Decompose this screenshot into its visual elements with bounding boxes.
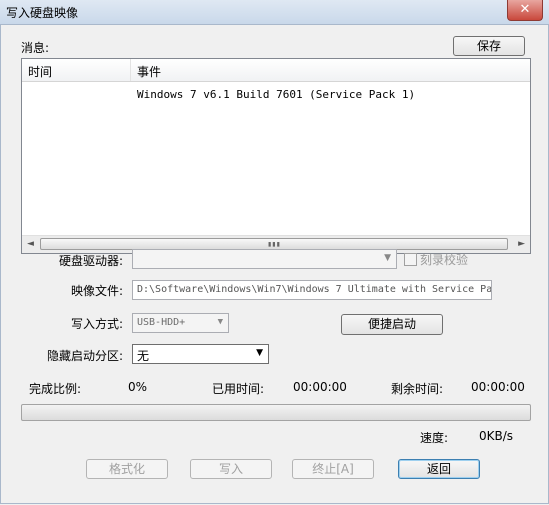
window-title: 写入硬盘映像 bbox=[6, 6, 79, 20]
speed-value: 0KB/s bbox=[479, 429, 514, 443]
grip-icon: ▮▮▮ bbox=[268, 241, 281, 248]
hide-boot-value: 无 bbox=[137, 349, 150, 363]
quick-boot-button[interactable]: 便捷启动 bbox=[341, 314, 443, 335]
close-button[interactable]: ✕ bbox=[507, 0, 543, 21]
progress-bar bbox=[21, 404, 531, 421]
chevron-down-icon: ▼ bbox=[384, 253, 391, 263]
title-bar: 写入硬盘映像 ✕ bbox=[0, 0, 549, 25]
disk-drive-label: 硬盘驱动器: bbox=[59, 254, 124, 268]
scroll-left-icon[interactable]: ◄ bbox=[27, 239, 34, 249]
scroll-right-icon[interactable]: ► bbox=[518, 239, 525, 249]
verify-label: 刻录校验 bbox=[420, 253, 469, 267]
chevron-down-icon: ▼ bbox=[256, 348, 263, 358]
row-event: Windows 7 v6.1 Build 7601 (Service Pack … bbox=[137, 88, 416, 101]
progress-value: 0% bbox=[128, 380, 148, 394]
column-divider[interactable] bbox=[130, 59, 131, 81]
column-time[interactable]: 时间 bbox=[28, 63, 52, 80]
list-header: 时间 事件 bbox=[22, 59, 530, 82]
close-icon: ✕ bbox=[519, 2, 531, 17]
verify-checkbox[interactable] bbox=[404, 253, 417, 266]
remaining-value: 00:00:00 bbox=[471, 380, 525, 394]
image-file-label: 映像文件: bbox=[71, 284, 124, 298]
elapsed-value: 00:00:00 bbox=[293, 380, 347, 394]
image-file-field[interactable]: D:\Software\Windows\Win7\Windows 7 Ultim… bbox=[132, 280, 492, 300]
format-button[interactable]: 格式化 bbox=[86, 459, 168, 479]
write-mode-label: 写入方式: bbox=[71, 317, 124, 331]
write-mode-value: USB-HDD+ bbox=[137, 317, 186, 328]
write-button[interactable]: 写入 bbox=[190, 459, 272, 479]
messages-label: 消息: bbox=[21, 41, 50, 55]
back-button[interactable]: 返回 bbox=[398, 459, 480, 479]
abort-button[interactable]: 终止[A] bbox=[292, 459, 374, 479]
dialog-body: 消息: 保存 时间 事件 Windows 7 v6.1 Build 7601 (… bbox=[0, 25, 549, 504]
elapsed-label: 已用时间: bbox=[212, 382, 265, 396]
speed-label: 速度: bbox=[420, 431, 449, 445]
hide-boot-select[interactable]: 无 ▼ bbox=[132, 344, 269, 364]
chevron-down-icon: ▼ bbox=[217, 317, 223, 327]
hide-boot-label: 隐藏启动分区: bbox=[47, 349, 124, 363]
message-list[interactable]: 时间 事件 Windows 7 v6.1 Build 7601 (Service… bbox=[21, 58, 531, 254]
remaining-label: 剩余时间: bbox=[391, 382, 444, 396]
progress-label: 完成比例: bbox=[29, 382, 82, 396]
image-file-value: D:\Software\Windows\Win7\Windows 7 Ultim… bbox=[137, 284, 492, 295]
save-button[interactable]: 保存 bbox=[453, 36, 525, 56]
write-mode-select[interactable]: USB-HDD+ ▼ bbox=[132, 313, 229, 333]
column-event[interactable]: 事件 bbox=[137, 63, 161, 80]
disk-drive-select[interactable]: ▼ bbox=[132, 249, 397, 269]
